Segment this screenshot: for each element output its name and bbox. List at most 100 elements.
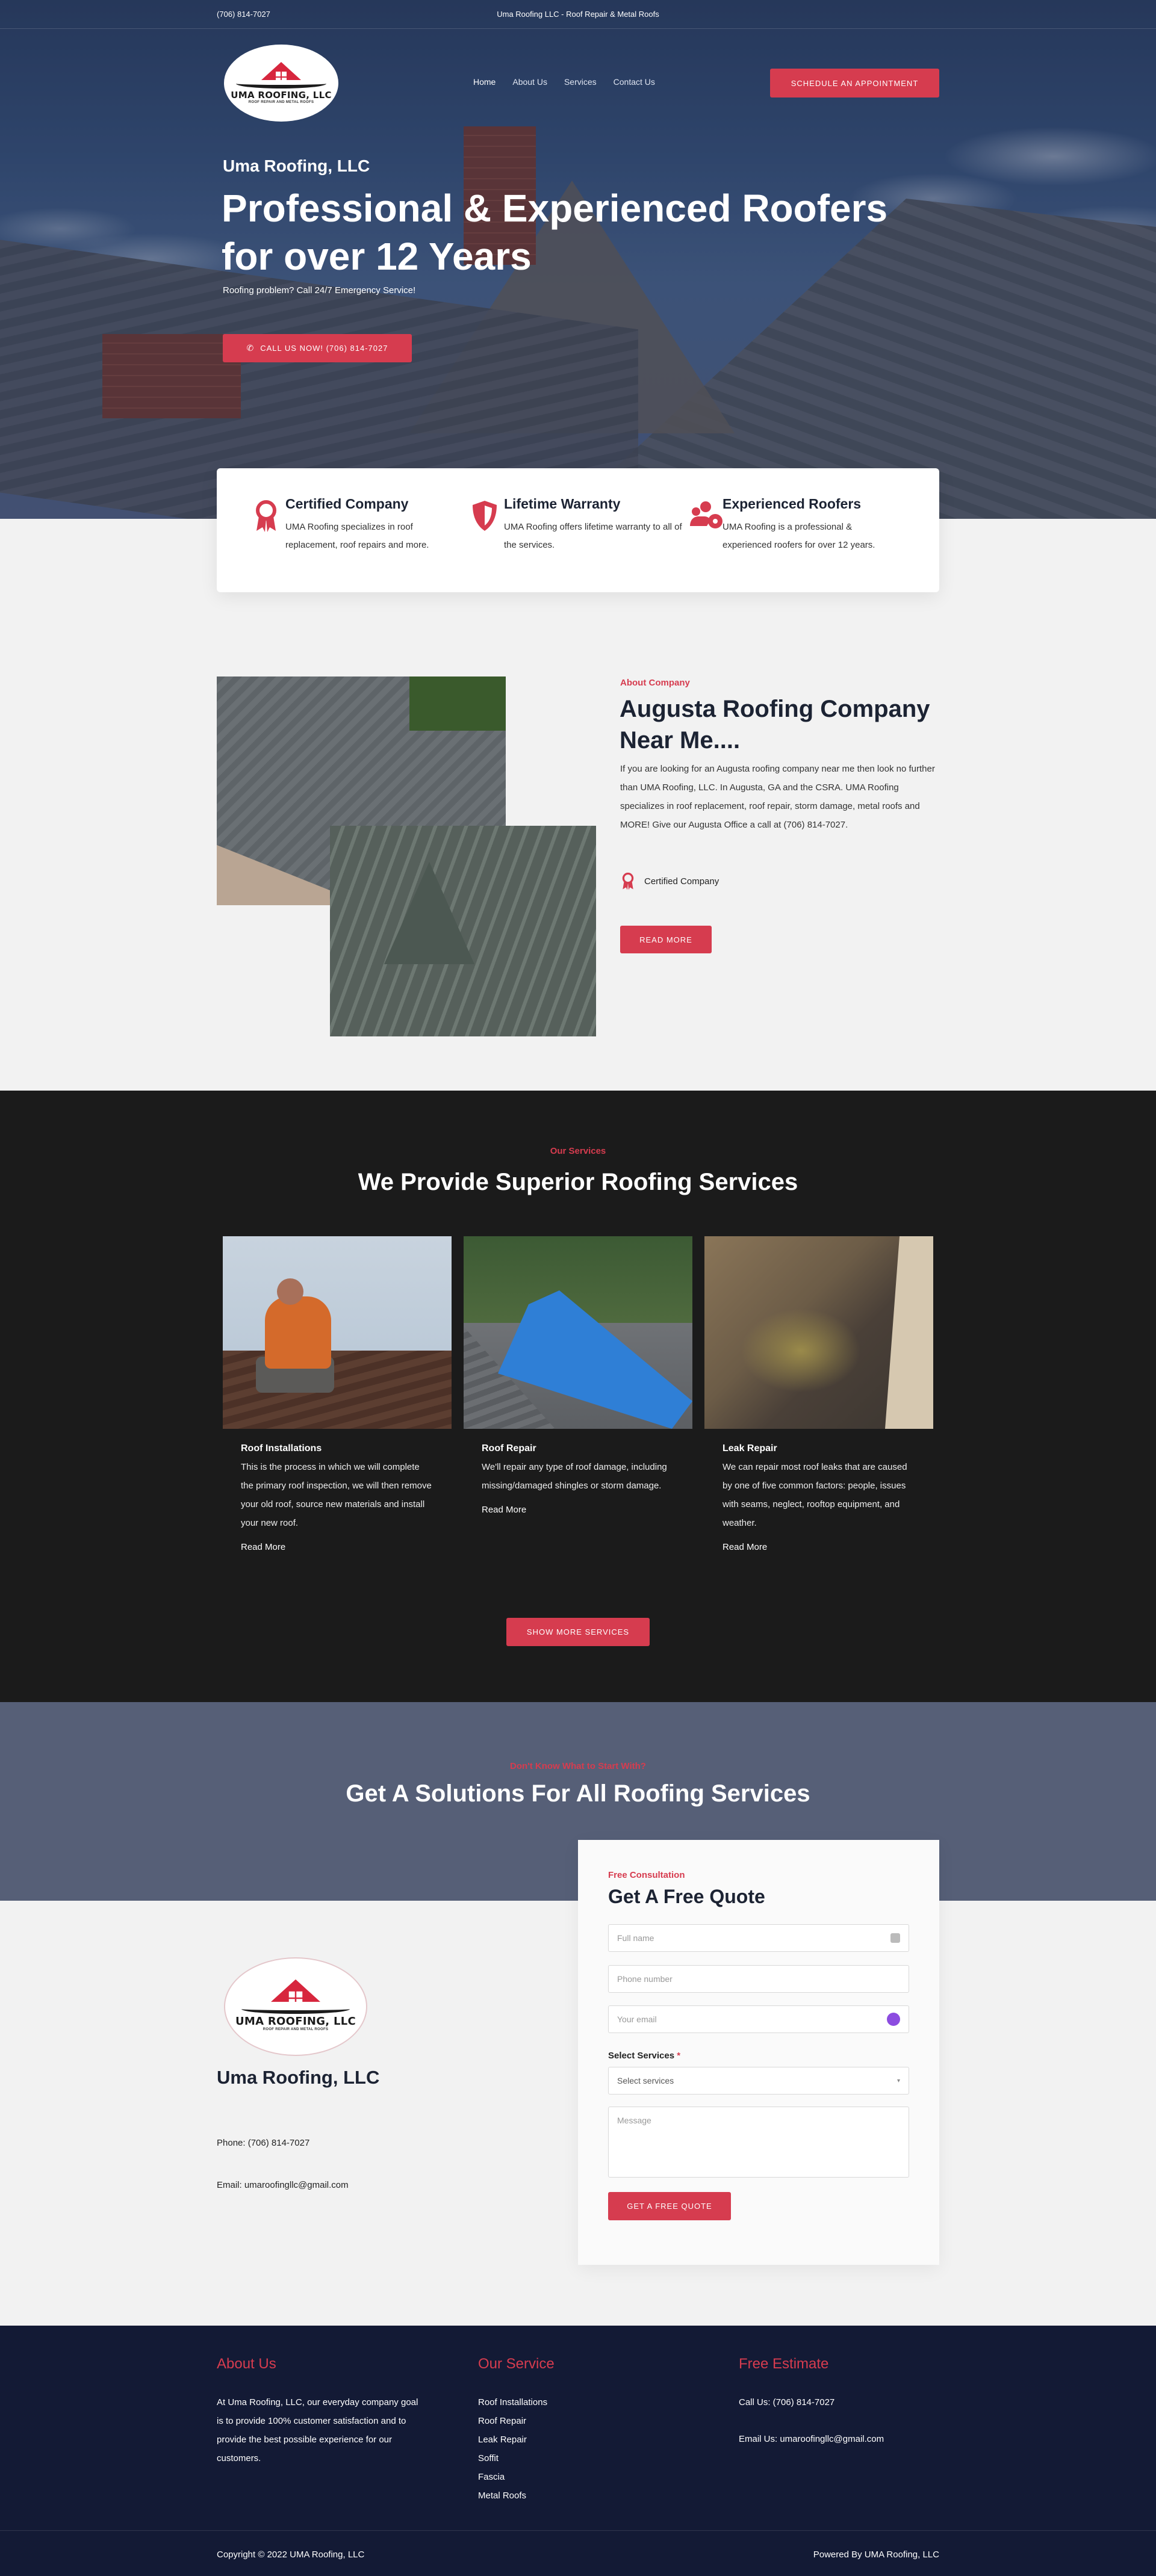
site-logo[interactable]: UMA ROOFING, LLC ROOF REPAIR AND METAL R… bbox=[224, 45, 338, 122]
service-card-title: Roof Repair bbox=[482, 1443, 536, 1454]
footer-copyright: Copyright © 2022 UMA Roofing, LLC bbox=[217, 2550, 365, 2560]
nav-home[interactable]: Home bbox=[473, 77, 496, 87]
message-textarea[interactable]: Message bbox=[608, 2107, 909, 2178]
logo-house-icon bbox=[258, 62, 305, 87]
select-services-label-text: Select Services bbox=[608, 2051, 675, 2061]
footer-service-link[interactable]: Leak Repair bbox=[478, 2430, 555, 2449]
topbar-tagline: Uma Roofing LLC - Roof Repair & Metal Ro… bbox=[497, 10, 659, 19]
call-now-button[interactable]: ✆ CALL US NOW! (706) 814-7027 bbox=[223, 334, 412, 362]
service-card-text: We'll repair any type of roof damage, in… bbox=[482, 1462, 667, 1491]
footer-service-link[interactable]: Metal Roofs bbox=[478, 2486, 555, 2505]
contact-logo: UMA ROOFING, LLC ROOF REPAIR AND METAL R… bbox=[224, 1957, 367, 2056]
email-placeholder: Your email bbox=[617, 2014, 657, 2024]
phone-input[interactable]: Phone number bbox=[608, 1965, 909, 1993]
logo-text: UMA ROOFING, LLC bbox=[231, 90, 332, 101]
nav-about-us[interactable]: About Us bbox=[512, 77, 547, 87]
top-bar: (706) 814-7027 Uma Roofing LLC - Roof Re… bbox=[0, 0, 1156, 29]
call-now-label: CALL US NOW! (706) 814-7027 bbox=[260, 344, 388, 353]
contact-email[interactable]: Email: umaroofingllc@gmail.com bbox=[217, 2180, 349, 2190]
full-name-placeholder: Full name bbox=[617, 1933, 654, 1943]
logo-subtext: ROOF REPAIR AND METAL ROOFS bbox=[248, 101, 314, 104]
logo-text: UMA ROOFING, LLC bbox=[235, 2014, 356, 2028]
services-select[interactable]: Select services ▾ bbox=[608, 2067, 909, 2095]
solutions-eyebrow: Don't Know What to Start With? bbox=[510, 1761, 646, 1771]
services-eyebrow: Our Services bbox=[550, 1146, 606, 1156]
footer-service-link[interactable]: Roof Installations bbox=[478, 2393, 555, 2412]
show-more-services-button[interactable]: SHOW MORE SERVICES bbox=[506, 1618, 650, 1646]
service-card-repair: Roof Repair We'll repair any type of roo… bbox=[464, 1236, 692, 1515]
service-read-more-link[interactable]: Read More bbox=[722, 1542, 933, 1552]
features-box: Certified Company UMA Roofing specialize… bbox=[217, 468, 939, 592]
schedule-appointment-button[interactable]: SCHEDULE AN APPOINTMENT bbox=[770, 69, 939, 98]
message-placeholder: Message bbox=[617, 2116, 651, 2125]
about-title: Augusta Roofing Company Near Me.... bbox=[620, 696, 930, 754]
award-ribbon-icon bbox=[620, 872, 636, 891]
hero-section: (706) 814-7027 Uma Roofing LLC - Roof Re… bbox=[0, 0, 1156, 519]
service-image-installation[interactable] bbox=[223, 1236, 452, 1429]
footer-about: About Us At Uma Roofing, LLC, our everyd… bbox=[217, 2356, 421, 2468]
service-image-repair[interactable] bbox=[464, 1236, 692, 1429]
service-card-title: Leak Repair bbox=[722, 1443, 777, 1454]
footer-about-text: At Uma Roofing, LLC, our everyday compan… bbox=[217, 2397, 418, 2463]
extension-icon[interactable] bbox=[887, 2013, 900, 2026]
users-gear-icon bbox=[689, 500, 722, 536]
required-mark: * bbox=[677, 2051, 681, 2061]
shield-icon bbox=[470, 500, 504, 536]
feature-title: Experienced Roofers bbox=[722, 496, 862, 512]
service-card-text: This is the process in which we will com… bbox=[241, 1462, 432, 1528]
hero-title: Professional & Experienced Roofers for o… bbox=[222, 187, 888, 278]
service-read-more-link[interactable]: Read More bbox=[482, 1505, 692, 1515]
hero-subtitle: Roofing problem? Call 24/7 Emergency Ser… bbox=[223, 285, 416, 296]
about-certified-badge: Certified Company bbox=[620, 872, 719, 891]
footer-services-title: Our Service bbox=[478, 2356, 555, 2372]
logo-subtext: ROOF REPAIR AND METAL ROOFS bbox=[263, 2027, 329, 2031]
phone-icon: ✆ bbox=[246, 343, 255, 353]
feature-text: UMA Roofing specializes in roof replacem… bbox=[285, 522, 429, 550]
about-badge-label: Certified Company bbox=[644, 876, 719, 887]
quote-eyebrow: Free Consultation bbox=[608, 1870, 685, 1880]
chevron-down-icon: ▾ bbox=[897, 2077, 900, 2084]
nav-services[interactable]: Services bbox=[564, 77, 597, 87]
feature-text: UMA Roofing offers lifetime warranty to … bbox=[504, 522, 682, 550]
service-card-title: Roof Installations bbox=[241, 1443, 322, 1454]
service-read-more-link[interactable]: Read More bbox=[241, 1542, 452, 1552]
feature-warranty: Lifetime Warranty UMA Roofing offers lif… bbox=[470, 496, 689, 592]
feature-title: Lifetime Warranty bbox=[504, 496, 621, 512]
footer-estimate-title: Free Estimate bbox=[739, 2356, 829, 2372]
feature-text: UMA Roofing is a professional & experien… bbox=[722, 522, 875, 550]
contact-phone[interactable]: Phone: (706) 814-7027 bbox=[217, 2138, 309, 2148]
feature-certified: Certified Company UMA Roofing specialize… bbox=[252, 496, 470, 592]
quote-title: Get A Free Quote bbox=[608, 1886, 765, 1907]
feature-experienced: Experienced Roofers UMA Roofing is a pro… bbox=[689, 496, 907, 592]
full-name-input[interactable]: Full name bbox=[608, 1924, 909, 1952]
services-select-value: Select services bbox=[617, 2076, 674, 2085]
footer-estimate: Free Estimate Call Us: (706) 814-7027 Em… bbox=[739, 2356, 884, 2448]
service-image-leak[interactable] bbox=[704, 1236, 933, 1429]
footer-divider bbox=[0, 2530, 1156, 2531]
logo-house-icon bbox=[266, 1979, 325, 2011]
get-free-quote-button[interactable]: GET A FREE QUOTE bbox=[608, 2192, 731, 2220]
about-read-more-button[interactable]: READ MORE bbox=[620, 926, 712, 953]
footer-call[interactable]: Call Us: (706) 814-7027 bbox=[739, 2393, 884, 2412]
quote-form: Free Consultation Get A Free Quote Full … bbox=[578, 1840, 939, 2265]
services-title: We Provide Superior Roofing Services bbox=[358, 1169, 798, 1195]
nav-contact-us[interactable]: Contact Us bbox=[614, 77, 655, 87]
service-card-text: We can repair most roof leaks that are c… bbox=[722, 1462, 907, 1528]
email-input[interactable]: Your email bbox=[608, 2005, 909, 2033]
about-image-metal-roof bbox=[330, 826, 596, 1036]
footer-email[interactable]: Email Us: umaroofingllc@gmail.com bbox=[739, 2430, 884, 2448]
select-services-label: Select Services * bbox=[608, 2051, 680, 2061]
main-nav: Home About Us Services Contact Us bbox=[473, 77, 655, 87]
service-card-installations: Roof Installations This is the process i… bbox=[223, 1236, 452, 1552]
feature-title: Certified Company bbox=[285, 496, 409, 512]
footer-about-title: About Us bbox=[217, 2356, 276, 2372]
phone-placeholder: Phone number bbox=[617, 1974, 673, 1984]
contact-company-name: Uma Roofing, LLC bbox=[217, 2067, 380, 2088]
service-card-leak: Leak Repair We can repair most roof leak… bbox=[704, 1236, 933, 1552]
site-footer: About Us At Uma Roofing, LLC, our everyd… bbox=[0, 2326, 1156, 2576]
footer-service-link[interactable]: Fascia bbox=[478, 2468, 555, 2486]
about-eyebrow: About Company bbox=[620, 678, 690, 688]
footer-powered-by: Powered By UMA Roofing, LLC bbox=[813, 2550, 939, 2560]
footer-service-link[interactable]: Roof Repair bbox=[478, 2412, 555, 2430]
footer-service-link[interactable]: Soffit bbox=[478, 2449, 555, 2468]
